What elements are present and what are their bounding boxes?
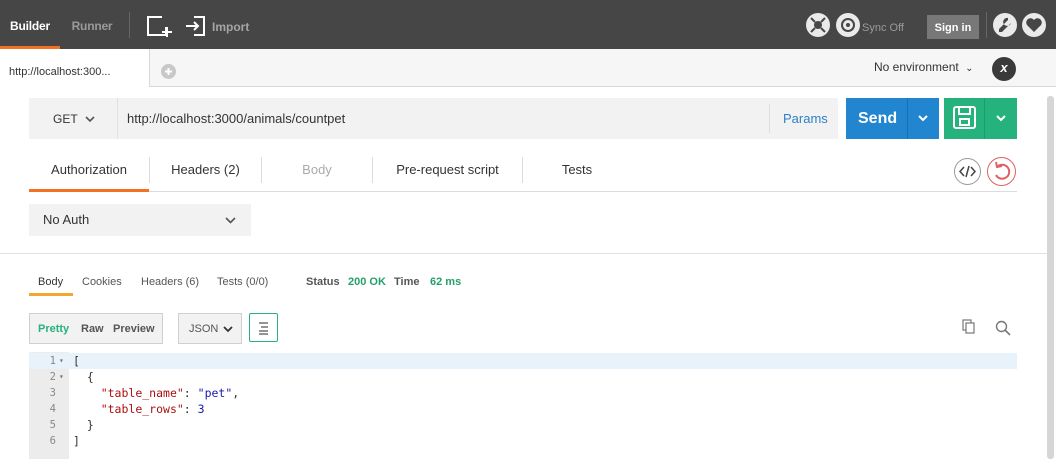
chevron-down-icon — [225, 217, 236, 224]
toolbar-divider — [129, 12, 130, 38]
wrap-lines-icon — [259, 322, 268, 335]
auth-type-select[interactable]: No Auth — [29, 204, 251, 236]
time-label: Time — [394, 276, 420, 288]
sign-in-button[interactable]: Sign in — [927, 15, 979, 39]
save-divider — [984, 98, 985, 139]
environment-label: No environment — [874, 60, 959, 74]
send-label: Send — [858, 110, 898, 127]
environment-select[interactable]: No environment ⌄ — [874, 49, 973, 87]
runner-tab[interactable]: Runner — [60, 0, 124, 49]
tab-authorization[interactable]: Authorization — [29, 150, 149, 192]
response-tab-body[interactable]: Body — [38, 272, 63, 292]
params-button[interactable]: Params — [783, 98, 828, 140]
save-icon — [953, 106, 976, 129]
tab-pre-request-script[interactable]: Pre-request script — [373, 150, 522, 192]
json-key: "table_name" — [100, 386, 184, 400]
status-value: 200 OK — [348, 276, 386, 288]
json-value: 3 — [197, 402, 205, 416]
add-tab-icon[interactable] — [161, 64, 176, 79]
method-label: GET — [53, 112, 78, 126]
line-number: 5 — [49, 419, 56, 431]
chevron-down-icon[interactable] — [917, 115, 929, 123]
json-key: "table_rows" — [100, 402, 184, 416]
params-divider — [769, 104, 770, 133]
tab-body[interactable]: Body — [262, 150, 372, 192]
code-text: } — [73, 418, 94, 432]
status-label: Status — [306, 276, 340, 288]
environment-quick-look-icon[interactable]: x — [992, 57, 1016, 81]
builder-tab[interactable]: Builder — [0, 0, 60, 49]
code-text: "table_name": "pet", — [100, 386, 240, 400]
code-line: 2 ▾ { — [29, 369, 1017, 385]
copy-icon[interactable] — [962, 319, 976, 335]
sync-status: Sync Off — [862, 22, 904, 34]
import-button[interactable]: Import — [212, 0, 249, 49]
toolbar-divider — [986, 12, 987, 38]
code-line: 4 "table_rows": 3 — [29, 401, 1017, 417]
code-text: ] — [73, 434, 80, 448]
url-input[interactable]: http://localhost:3000/animals/countpet — [127, 98, 345, 140]
fold-arrow-icon[interactable]: ▾ — [59, 369, 64, 385]
method-select[interactable]: GET — [53, 98, 95, 140]
time-value: 62 ms — [430, 276, 462, 288]
response-tab-tests[interactable]: Tests (0/0) — [217, 272, 268, 292]
scrollbar[interactable] — [1047, 96, 1054, 459]
line-number: 1 — [49, 355, 56, 367]
generate-code-icon[interactable] — [954, 158, 981, 185]
top-toolbar: Builder Runner Import Sync Off Sign in — [0, 0, 1056, 49]
format-pretty[interactable]: Pretty — [38, 314, 69, 344]
request-tab[interactable]: http://localhost:300... — [0, 49, 150, 87]
fold-arrow-icon[interactable]: ▾ — [59, 353, 64, 369]
code-line: 1 ▾ [ — [29, 353, 1017, 369]
line-number: 2 — [49, 371, 56, 383]
tab-headers[interactable]: Headers (2) — [150, 150, 261, 192]
wrap-lines-button[interactable] — [249, 313, 278, 342]
line-number: 4 — [49, 403, 56, 415]
url-divider — [117, 98, 118, 139]
code-line: 5 } — [29, 417, 1017, 433]
reset-icon[interactable] — [987, 157, 1016, 186]
response-tab-cookies[interactable]: Cookies — [82, 272, 122, 292]
language-label: JSON — [189, 323, 219, 335]
response-body-viewer[interactable]: 1 ▾ [ 2 ▾ { 3 "table_name": "pet", 4 "ta… — [29, 352, 1017, 459]
request-tab-strip: http://localhost:300... No environment ⌄… — [0, 49, 1056, 87]
active-tab-indicator — [29, 189, 149, 192]
format-preview[interactable]: Preview — [113, 314, 155, 344]
sync-icon[interactable] — [836, 13, 860, 37]
save-button[interactable] — [944, 98, 1017, 139]
code-line: 6 ] — [29, 433, 1017, 449]
format-toggle: Pretty Raw Preview — [29, 313, 163, 344]
tab-tests[interactable]: Tests — [523, 150, 631, 192]
builder-tab-label: Builder — [10, 19, 50, 33]
new-window-icon[interactable] — [145, 14, 173, 38]
heart-icon[interactable] — [1022, 13, 1046, 37]
code-line: 3 "table_name": "pet", — [29, 385, 1017, 401]
request-subtabs: Authorization Headers (2) Body Pre-reque… — [29, 150, 1017, 192]
chevron-down-icon: ⌄ — [965, 63, 974, 74]
response-active-tab-indicator — [29, 293, 73, 296]
auth-type-label: No Auth — [43, 212, 90, 227]
code-text: [ — [73, 354, 80, 368]
chevron-down-icon — [223, 326, 233, 333]
section-divider — [0, 253, 1047, 254]
chevron-down-icon[interactable] — [995, 115, 1007, 123]
interceptor-icon[interactable] — [806, 13, 830, 37]
request-tab-label: http://localhost:300... — [9, 66, 111, 78]
chevron-down-icon — [85, 116, 95, 123]
send-button[interactable]: Send — [846, 98, 939, 139]
format-raw[interactable]: Raw — [81, 314, 104, 344]
url-bar: GET http://localhost:3000/animals/countp… — [29, 98, 838, 139]
send-divider — [907, 98, 908, 139]
code-text: "table_rows": 3 — [100, 402, 205, 416]
runner-tab-label: Runner — [71, 19, 113, 33]
search-icon[interactable] — [995, 320, 1011, 336]
line-number: 3 — [49, 387, 56, 399]
line-number: 6 — [49, 435, 56, 447]
settings-wrench-icon[interactable] — [993, 13, 1017, 37]
code-text: { — [73, 370, 94, 384]
import-icon[interactable] — [184, 14, 208, 38]
response-tab-headers[interactable]: Headers (6) — [141, 272, 199, 292]
language-select[interactable]: JSON — [178, 313, 242, 344]
json-value: "pet" — [197, 386, 233, 400]
